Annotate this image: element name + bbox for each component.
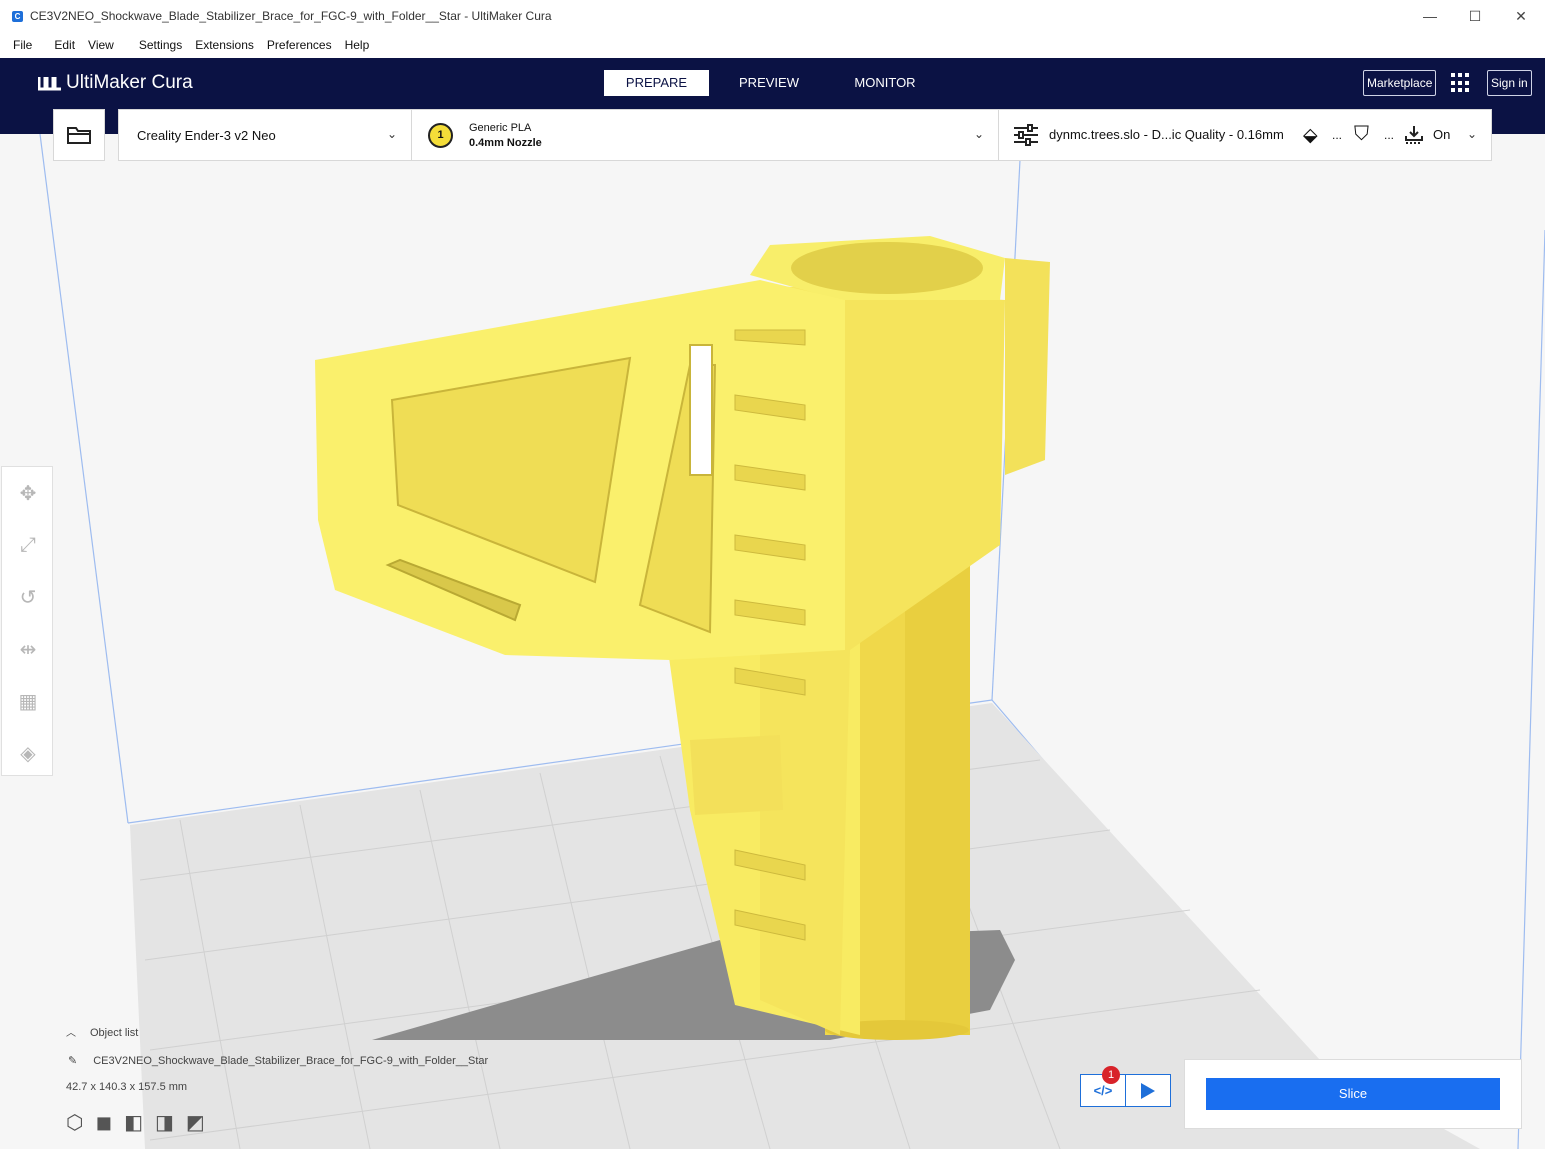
view-left-icon[interactable]: ◨ — [155, 1112, 186, 1134]
marketplace-button[interactable]: Marketplace — [1363, 70, 1437, 96]
object-name: CE3V2NEO_Shockwave_Blade_Stabilizer_Brac… — [93, 1055, 489, 1067]
open-file-button[interactable] — [53, 109, 105, 161]
view-front-icon[interactable]: ◼ — [95, 1112, 124, 1134]
mirror-tool-icon[interactable]: ⇹ — [14, 635, 42, 663]
menu-file[interactable]: File — [0, 38, 45, 52]
chevron-down-icon: ⌄ — [1467, 127, 1478, 141]
profile-name: dynmc.trees.slo - D...ic Quality - 0.16m… — [1049, 127, 1284, 142]
tab-preview[interactable]: PREVIEW — [720, 70, 818, 96]
menu-help[interactable]: Help — [345, 38, 383, 52]
scale-tool-icon[interactable]: ⤢ — [14, 531, 42, 559]
support-icon: ⛉ — [1354, 123, 1369, 145]
play-icon — [1141, 1082, 1155, 1099]
3d-viewport[interactable]: ✥ ⤢ ↺ ⇹ ▦ ◈ ︿ Object list ✎ CE3V2NEO_Shock… — [0, 134, 1545, 1149]
slice-button[interactable]: Slice — [1206, 1078, 1500, 1110]
view-3d-icon[interactable]: ⬡ — [66, 1112, 95, 1134]
cura-app-icon: C — [12, 10, 23, 22]
menu-view[interactable]: View — [88, 38, 127, 52]
minimize-button[interactable]: — — [1407, 0, 1453, 32]
object-list-label: Object list — [90, 1027, 139, 1039]
object-list-toggle[interactable]: ︿ Object list — [66, 1024, 138, 1039]
notification-badge: 1 — [1102, 1066, 1120, 1084]
ultimaker-logo-icon — [38, 77, 61, 91]
menu-preferences[interactable]: Preferences — [267, 38, 345, 52]
object-row[interactable]: ✎ CE3V2NEO_Shockwave_Blade_Stabilizer_Bra… — [68, 1054, 488, 1067]
menu-extensions[interactable]: Extensions — [195, 38, 267, 52]
view-orientation-buttons: ⬡◼◧◨◩ — [66, 1110, 217, 1135]
menu-edit[interactable]: Edit — [45, 38, 88, 52]
infill-ellipsis: ... — [1332, 128, 1343, 142]
build-volume-scene — [39, 134, 1545, 1149]
sign-in-button[interactable]: Sign in — [1487, 70, 1532, 96]
per-model-settings-icon[interactable]: ▦ — [14, 687, 42, 715]
chevron-down-icon: ⌄ — [974, 127, 985, 141]
ultimaker-logo: UltiMaker Cura — [38, 72, 193, 94]
menu-settings[interactable]: Settings — [127, 38, 195, 52]
adhesion-icon — [1405, 126, 1423, 144]
code-icon: </> — [1093, 1083, 1113, 1098]
folder-icon — [67, 127, 91, 144]
tool-panel: ✥ ⤢ ↺ ⇹ ▦ ◈ — [1, 466, 53, 776]
menu-bar: File Edit View Settings Extensions Prefe… — [0, 32, 1545, 58]
preview-play-button[interactable] — [1125, 1074, 1171, 1107]
material-selector[interactable]: 1 Generic PLA 0.4mm Nozzle ⌄ — [411, 109, 999, 161]
nozzle-size: 0.4mm Nozzle — [469, 137, 542, 149]
view-top-icon[interactable]: ◧ — [124, 1112, 155, 1134]
printer-name: Creality Ender-3 v2 Neo — [137, 127, 276, 143]
infill-icon: ⬙ — [1303, 125, 1318, 146]
window-title-bar: C CE3V2NEO_Shockwave_Blade_Stabilizer_Br… — [0, 0, 1545, 32]
print-settings-selector[interactable]: dynmc.trees.slo - D...ic Quality - 0.16m… — [998, 109, 1492, 161]
pencil-icon[interactable]: ✎ — [68, 1055, 77, 1067]
extruder-icon: 1 — [428, 123, 453, 148]
tab-monitor[interactable]: MONITOR — [836, 70, 934, 96]
maximize-button[interactable]: ☐ — [1452, 0, 1498, 32]
object-dimensions: 42.7 x 140.3 x 157.5 mm — [66, 1081, 188, 1093]
window-title: CE3V2NEO_Shockwave_Blade_Stabilizer_Brac… — [30, 9, 552, 23]
tab-prepare[interactable]: PREPARE — [604, 70, 709, 96]
printer-selector[interactable]: Creality Ender-3 v2 Neo ⌄ — [118, 109, 412, 161]
apps-grid-icon[interactable] — [1451, 73, 1471, 93]
view-right-icon[interactable]: ◩ — [186, 1112, 217, 1134]
chevron-up-icon: ︿ — [66, 1028, 76, 1039]
logo-text: UltiMaker Cura — [66, 72, 193, 93]
settings-sliders-icon — [1014, 124, 1038, 146]
support-blocker-icon[interactable]: ◈ — [14, 739, 42, 767]
move-tool-icon[interactable]: ✥ — [14, 479, 42, 507]
support-ellipsis: ... — [1384, 128, 1395, 142]
chevron-down-icon: ⌄ — [387, 127, 398, 141]
material-name: Generic PLA — [469, 122, 532, 134]
close-button[interactable]: ✕ — [1498, 0, 1544, 32]
rotate-tool-icon[interactable]: ↺ — [14, 583, 42, 611]
adhesion-state: On — [1433, 127, 1451, 142]
